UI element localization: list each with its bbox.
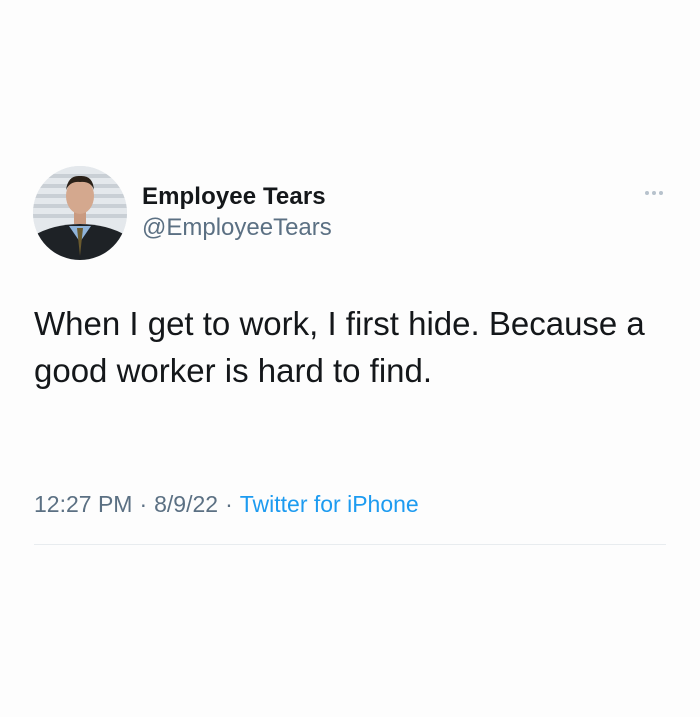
author-handle[interactable]: @EmployeeTears [142,213,332,243]
tweet-time[interactable]: 12:27 PM [34,491,132,517]
more-options-icon[interactable] [636,183,672,203]
tweet-date[interactable]: 8/9/22 [154,491,218,517]
avatar-image [33,166,127,260]
tweet-metadata: 12:27 PM · 8/9/22 · Twitter for iPhone [34,488,419,520]
author-avatar[interactable] [33,166,127,260]
meta-separator: · [225,491,233,517]
tweet-card: Employee Tears @EmployeeTears When I get… [0,0,700,717]
divider [34,544,666,545]
meta-separator: · [139,491,148,517]
author-display-name[interactable]: Employee Tears [142,183,332,211]
author-info[interactable]: Employee Tears @EmployeeTears [142,183,332,243]
more-dot [659,191,663,195]
tweet-text: When I get to work, I first hide. Becaus… [34,305,645,389]
more-dot [652,191,656,195]
more-dot [645,191,649,195]
tweet-source-link[interactable]: Twitter for iPhone [240,491,419,517]
